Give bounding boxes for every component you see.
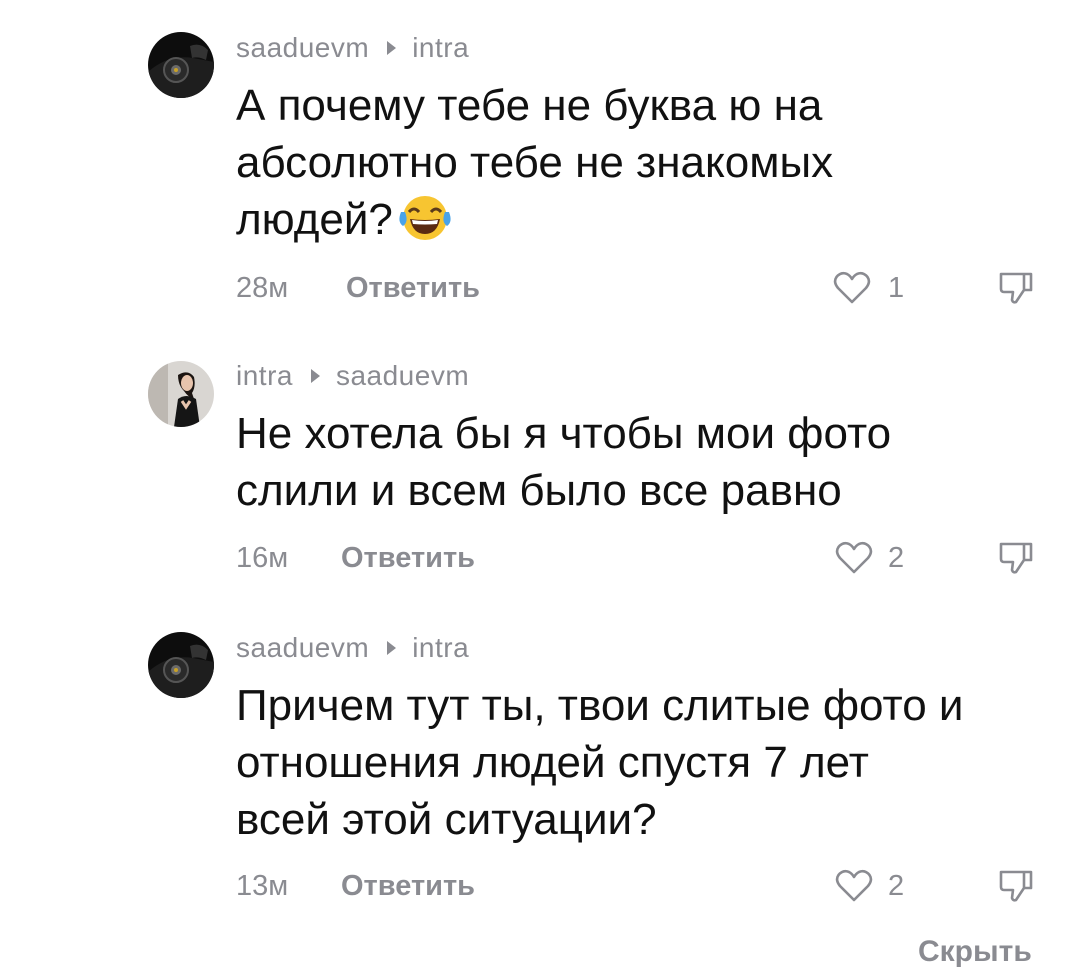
comment-line-with-emoji: людей? xyxy=(236,191,1056,256)
author-name[interactable]: intra xyxy=(236,360,293,392)
reply-arrow-icon xyxy=(387,41,397,55)
dislike-icon[interactable] xyxy=(996,268,1036,308)
comment-actions: 13м Ответить 2 xyxy=(236,864,1056,908)
comment-line: Не хотела бы я чтобы мои фото xyxy=(236,409,892,458)
like-count: 2 xyxy=(888,542,905,574)
comment-time: 13м xyxy=(236,870,289,902)
like-count: 2 xyxy=(888,870,905,902)
comment-line: людей? xyxy=(236,195,393,244)
author-name[interactable]: saaduevm xyxy=(236,632,369,664)
comment-text: Не хотела бы я чтобы мои фото слили и вс… xyxy=(236,405,1056,519)
hide-replies-button[interactable]: Скрыть xyxy=(918,932,1032,972)
heart-icon[interactable] xyxy=(832,268,872,308)
reply-button[interactable]: Ответить xyxy=(341,864,475,908)
comment-time: 28м xyxy=(236,272,289,304)
comment-meta: saaduevm intra xyxy=(236,628,469,668)
dislike-icon[interactable] xyxy=(996,538,1036,578)
comment-line: абсолютно тебе не знакомых xyxy=(236,138,834,187)
comment-line: А почему тебе не буква ю на xyxy=(236,81,823,130)
comment-line: всей этой ситуации? xyxy=(236,795,657,844)
comment-line: Причем тут ты, твои слитые фото и xyxy=(236,681,964,730)
person-avatar-icon xyxy=(148,361,214,427)
comment-meta: intra saaduevm xyxy=(236,356,469,396)
reply-to-name[interactable]: intra xyxy=(412,32,469,64)
tears-of-joy-emoji-icon xyxy=(397,192,453,256)
car-avatar-icon xyxy=(148,32,214,98)
comment-actions: 28м Ответить 1 xyxy=(236,266,1056,310)
reply-button[interactable]: Ответить xyxy=(346,266,480,310)
comment-text: Причем тут ты, твои слитые фото и отноше… xyxy=(236,677,1056,848)
reply-arrow-icon xyxy=(387,641,397,655)
like-count: 1 xyxy=(888,272,905,304)
heart-icon[interactable] xyxy=(834,538,874,578)
avatar[interactable] xyxy=(148,32,214,98)
reply-arrow-icon xyxy=(310,369,320,383)
comment-text: А почему тебе не буква ю на абсолютно те… xyxy=(236,77,1056,256)
avatar[interactable] xyxy=(148,361,214,427)
heart-icon[interactable] xyxy=(834,866,874,906)
author-name[interactable]: saaduevm xyxy=(236,32,369,64)
comment-line: слили и всем было все равно xyxy=(236,466,842,515)
reply-button[interactable]: Ответить xyxy=(341,536,475,580)
comment-time: 16м xyxy=(236,542,289,574)
comment-line: отношения людей спустя 7 лет xyxy=(236,738,869,787)
reply-to-name[interactable]: saaduevm xyxy=(336,360,469,392)
avatar[interactable] xyxy=(148,632,214,698)
car-avatar-icon xyxy=(148,632,214,698)
dislike-icon[interactable] xyxy=(996,866,1036,906)
reply-to-name[interactable]: intra xyxy=(412,632,469,664)
comment-meta: saaduevm intra xyxy=(236,28,469,68)
comment-actions: 16м Ответить 2 xyxy=(236,536,1056,580)
